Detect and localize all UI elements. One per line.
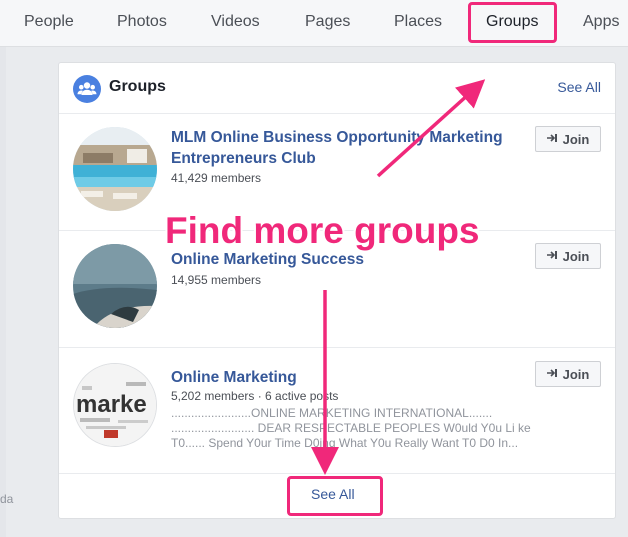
group-3-thumb-text: marke xyxy=(76,391,147,418)
group-2-photo[interactable] xyxy=(73,244,157,328)
group-1-photo[interactable] xyxy=(73,127,157,211)
group-3-description-line-3: T0...... Spend Y0ur Time D0ing What Y0u … xyxy=(171,436,519,450)
see-all-bottom-link[interactable]: See All xyxy=(311,486,355,502)
group-3-members: 5,202 members · 6 active posts xyxy=(171,389,339,403)
card-footer: See All xyxy=(59,473,615,519)
group-3-description-line-2: ......................... DEAR RESPECTAB… xyxy=(171,421,531,435)
group-3-name-link[interactable]: Online Marketing xyxy=(171,367,531,388)
card-title: Groups xyxy=(109,78,166,95)
group-1-name-link[interactable]: MLM Online Business Opportunity Marketin… xyxy=(171,127,531,169)
search-filter-tabbar: People Photos Videos Pages Places Groups… xyxy=(0,0,628,47)
groups-people-icon xyxy=(73,75,101,103)
join-arrow-icon xyxy=(546,368,558,381)
tab-videos[interactable]: Videos xyxy=(211,13,260,31)
left-sidebar-edge xyxy=(0,47,6,537)
join-arrow-icon xyxy=(546,250,558,263)
group-2-join-button[interactable]: Join xyxy=(535,243,601,269)
see-all-top-link[interactable]: See All xyxy=(557,79,601,95)
card-header: Groups See All xyxy=(59,63,615,114)
groups-results-card: Groups See All MLM Online Business Oppor… xyxy=(58,62,616,519)
join-label: Join xyxy=(562,366,590,382)
tab-groups[interactable]: Groups xyxy=(486,13,538,31)
group-row-3: marke Online Marketing 5,202 members · 6… xyxy=(59,347,615,474)
tab-photos[interactable]: Photos xyxy=(117,13,167,31)
group-3-join-button[interactable]: Join xyxy=(535,361,601,387)
left-text-fragment: da xyxy=(0,492,14,506)
group-3-description-line-1: ........................ONLINE MARKETING… xyxy=(171,406,493,420)
group-2-name-link[interactable]: Online Marketing Success xyxy=(171,249,531,270)
tab-people[interactable]: People xyxy=(24,13,74,31)
tab-pages[interactable]: Pages xyxy=(305,13,350,31)
group-2-members: 14,955 members xyxy=(171,273,262,287)
group-3-photo[interactable]: marke xyxy=(73,363,157,447)
group-1-members: 41,429 members xyxy=(171,171,262,185)
tab-places[interactable]: Places xyxy=(394,13,442,31)
join-arrow-icon xyxy=(546,133,558,146)
tab-apps[interactable]: Apps xyxy=(583,13,619,31)
group-1-join-button[interactable]: Join xyxy=(535,126,601,152)
annotation-caption: Find more groups xyxy=(165,210,480,251)
join-label: Join xyxy=(562,131,590,147)
join-label: Join xyxy=(562,248,590,264)
group-3-description: ........................ONLINE MARKETING… xyxy=(171,406,571,451)
